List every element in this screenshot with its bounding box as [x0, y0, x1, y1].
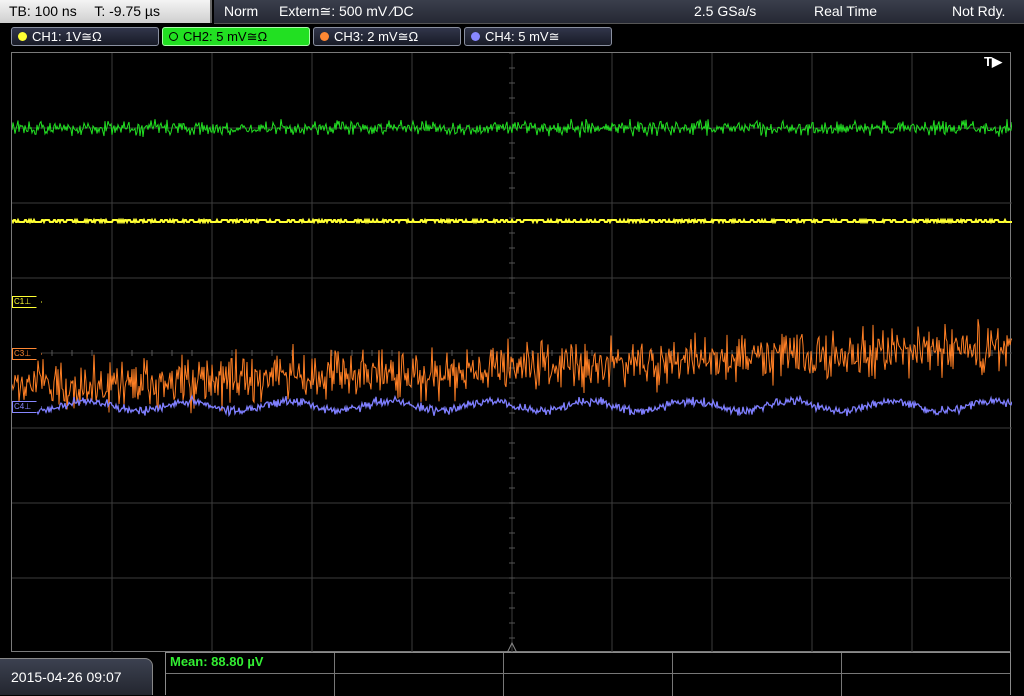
trigger-position-marker[interactable]: T▶	[984, 54, 1002, 70]
channel-bar: CH1: 1V≅Ω CH2: 5 mV≅Ω CH3: 2 mV≅Ω CH4: 5…	[0, 26, 1024, 48]
measurement-cell-4[interactable]	[673, 653, 842, 696]
sample-rate: 2.5 GSa/s	[694, 3, 757, 19]
channel-1-label: CH1: 1V≅Ω	[32, 29, 102, 44]
measurement-cell-3[interactable]	[504, 653, 673, 696]
ch4-offset-marker[interactable]: C4⊥	[12, 401, 42, 413]
trigger-time: T: -9.75 µs	[94, 3, 160, 19]
mean-measurement: Mean: 88.80 µV	[170, 654, 264, 669]
channel-4-button[interactable]: CH4: 5 mV≅	[464, 27, 612, 46]
channel-3-button[interactable]: CH3: 2 mV≅Ω	[313, 27, 461, 46]
timebase-box[interactable]: TB: 100 ns T: -9.75 µs	[0, 0, 212, 23]
acquisition-state: Not Rdy.	[952, 3, 1006, 19]
channel-3-dot-icon	[320, 32, 329, 41]
channel-2-dot-icon	[169, 32, 178, 41]
channel-4-dot-icon	[471, 32, 480, 41]
measurement-panel[interactable]: Mean: 88.80 µV	[165, 652, 1011, 696]
channel-2-label: CH2: 5 mV≅Ω	[183, 29, 268, 44]
acquisition-mode: Real Time	[814, 3, 878, 19]
top-bar: TB: 100 ns T: -9.75 µs Norm Extern≅: 500…	[0, 0, 1024, 24]
waveform-svg	[12, 53, 1012, 653]
status-bar: Norm Extern≅: 500 mV ⁄DC 2.5 GSa/s Real …	[214, 0, 1024, 24]
channel-1-dot-icon	[18, 32, 27, 41]
ch1-trace	[12, 217, 1012, 225]
channel-2-button[interactable]: CH2: 5 mV≅Ω	[162, 27, 310, 46]
measurement-cell-2[interactable]	[335, 653, 504, 696]
trigger-source[interactable]: Extern≅: 500 mV ⁄DC	[279, 0, 414, 23]
channel-3-label: CH3: 2 mV≅Ω	[334, 29, 419, 44]
waveform-display[interactable]	[11, 52, 1012, 653]
ch1-offset-marker[interactable]: C1⊥	[12, 296, 42, 308]
channel-4-label: CH4: 5 mV≅	[485, 29, 560, 44]
date-time: 2015-04-26 09:07	[0, 658, 153, 695]
measurement-cell-5[interactable]	[842, 653, 1010, 696]
measurement-cell-1[interactable]: Mean: 88.80 µV	[166, 653, 335, 696]
channel-1-button[interactable]: CH1: 1V≅Ω	[11, 27, 159, 46]
timebase-value: TB: 100 ns	[9, 3, 77, 19]
trigger-mode[interactable]: Norm	[224, 0, 258, 23]
ch3-offset-marker[interactable]: C3⊥	[12, 348, 42, 360]
bottom-bar: 2015-04-26 09:07 Mean: 88.80 µV	[0, 652, 1024, 696]
